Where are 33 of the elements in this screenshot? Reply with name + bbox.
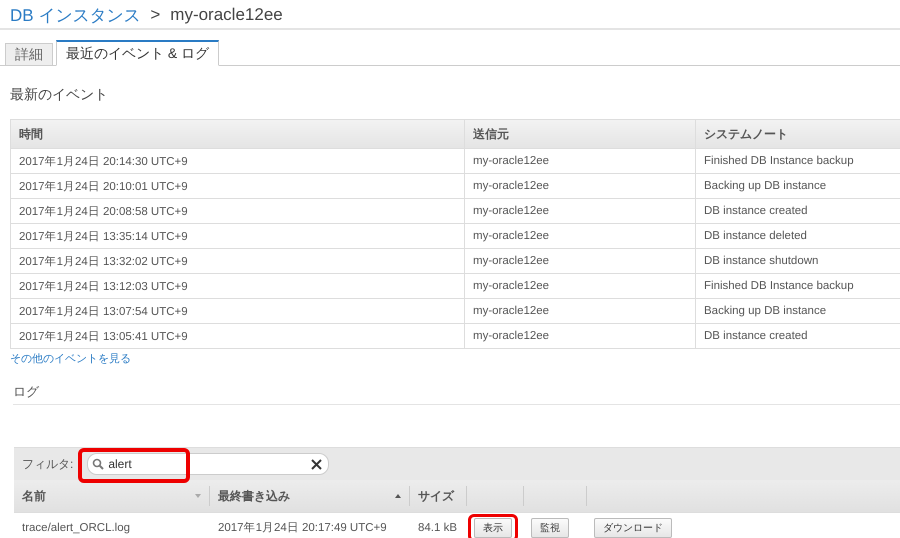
page-title: my-oracle12ee [170, 5, 283, 25]
table-cell-text: 2017年1月24日 20:14:30 UTC+9 [18, 154, 189, 170]
breadcrumb-separator: > [150, 5, 160, 25]
section-title: ログ [13, 383, 900, 405]
log-action-button[interactable]: 表示 [474, 518, 512, 538]
column-header[interactable]: 最終書き込み [218, 488, 290, 504]
column-header[interactable]: 名前 [22, 488, 46, 504]
log-action-button[interactable]: 監視 [531, 518, 569, 538]
table-cell-text: 2017年1月24日 13:07:54 UTC+9 [18, 304, 189, 320]
table-cell-text: trace/alert_ORCL.log [21, 520, 132, 536]
column-header: 時間 [18, 126, 44, 142]
clear-icon[interactable] [311, 458, 322, 470]
log-action-button[interactable]: ダウンロード [594, 518, 672, 538]
tab[interactable]: 詳細 [5, 43, 53, 66]
breadcrumb-link[interactable]: DB インスタンス [10, 4, 140, 26]
table-cell-text: 84.1 kB [417, 520, 458, 536]
table-cell-text: 2017年1月24日 20:08:58 UTC+9 [18, 204, 189, 220]
table-cell-text: 2017年1月24日 13:32:02 UTC+9 [18, 254, 189, 270]
filter-field[interactable]: alert [87, 453, 330, 475]
table-cell-text: 2017年1月24日 13:12:03 UTC+9 [18, 280, 189, 294]
table-cell-text: 2017年1月24日 20:17:49 UTC+9 [217, 520, 388, 536]
table-cell: DB instance created [695, 324, 900, 348]
sort-up-icon[interactable] [395, 493, 401, 499]
table-cell-text: 2017年1月24日 13:35:14 UTC+9 [18, 230, 189, 244]
column-header[interactable]: サイズ [418, 488, 454, 504]
section-title: 最新のイベント [9, 85, 109, 104]
filter-label: フィルタ: [22, 456, 74, 472]
more-events-link[interactable]: その他のイベントを見る [10, 351, 131, 366]
search-icon [92, 458, 104, 470]
table-cell: my-oracle12ee [464, 324, 695, 348]
table-cell-text: 2017年1月24日 13:05:41 UTC+9 [18, 330, 189, 344]
table-cell-text: 2017年1月24日 20:10:01 UTC+9 [18, 180, 189, 194]
tab[interactable]: 最近のイベント & ログ [56, 40, 220, 66]
